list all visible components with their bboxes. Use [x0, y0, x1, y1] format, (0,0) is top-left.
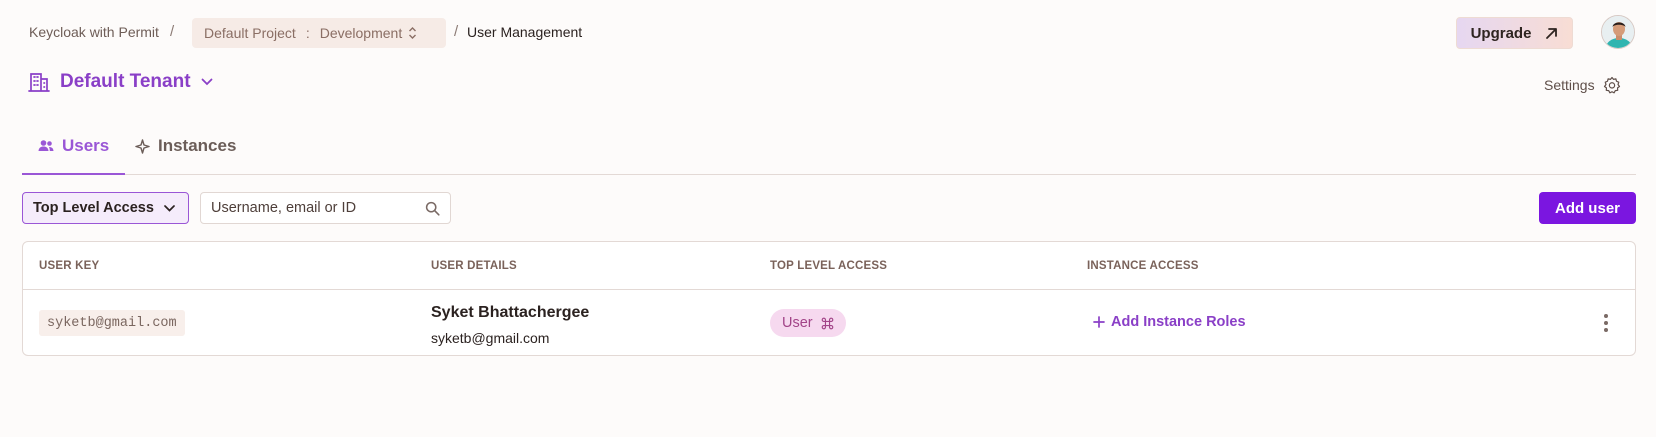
- tenant-name: Default Tenant: [60, 71, 191, 92]
- environment-name: Development: [319, 25, 403, 41]
- upgrade-label: Upgrade: [1470, 24, 1532, 42]
- breadcrumb-separator: /: [454, 23, 459, 40]
- role-label: User: [782, 315, 813, 331]
- tab-bar: Users Instances: [22, 120, 1636, 175]
- filter-label: Top Level Access: [33, 200, 154, 216]
- project-name: Default Project: [204, 25, 296, 41]
- user-avatar[interactable]: [1601, 15, 1635, 49]
- tab-users[interactable]: Users: [38, 136, 109, 156]
- tab-instances[interactable]: Instances: [135, 136, 236, 156]
- user-email: syketb@gmail.com: [431, 330, 550, 346]
- search-input[interactable]: [211, 200, 425, 216]
- chevron-down-icon: [201, 78, 212, 86]
- column-header-instance-access: INSTANCE ACCESS: [1087, 260, 1199, 272]
- row-actions-menu-icon[interactable]: [1598, 312, 1614, 334]
- add-user-button[interactable]: Add user: [1539, 192, 1636, 224]
- active-tab-indicator: [22, 173, 125, 175]
- tab-users-label: Users: [62, 136, 110, 155]
- top-level-access-filter[interactable]: Top Level Access: [22, 192, 189, 224]
- column-header-top-level-access: TOP LEVEL ACCESS: [770, 260, 888, 272]
- user-key-chip[interactable]: syketb@gmail.com: [39, 310, 185, 336]
- column-header-user-key: USER KEY: [39, 260, 100, 272]
- settings-link[interactable]: Settings: [1544, 76, 1621, 94]
- settings-label: Settings: [1544, 77, 1595, 93]
- tab-instances-label: Instances: [158, 136, 237, 155]
- plus-icon: [1093, 316, 1105, 328]
- chevron-updown-icon: [408, 26, 417, 40]
- gear-icon: [1603, 76, 1620, 94]
- table-header: USER KEY USER DETAILS TOP LEVEL ACCESS I…: [23, 242, 1635, 290]
- project-environment-selector[interactable]: Default Project : Development: [192, 18, 446, 48]
- breadcrumb-current-page: User Management: [467, 24, 583, 40]
- add-instance-roles-button[interactable]: Add Instance Roles: [1093, 314, 1246, 330]
- users-table: USER KEY USER DETAILS TOP LEVEL ACCESS I…: [22, 241, 1636, 356]
- command-icon: [821, 317, 833, 329]
- top-bar: Keycloak with Permit / Default Project :…: [0, 0, 1656, 62]
- search-icon[interactable]: [425, 201, 440, 216]
- arrow-up-right-icon: [1546, 27, 1558, 39]
- env-separator: :: [305, 25, 310, 41]
- users-icon: [38, 140, 54, 151]
- breadcrumb-separator: /: [170, 23, 175, 40]
- upgrade-button[interactable]: Upgrade: [1456, 17, 1573, 49]
- user-full-name: Syket Bhattachergee: [431, 304, 590, 321]
- column-header-user-details: USER DETAILS: [431, 260, 517, 272]
- user-search-box: [200, 192, 451, 224]
- tenant-selector[interactable]: Default Tenant: [28, 68, 213, 96]
- chevron-down-icon: [164, 204, 175, 212]
- role-badge[interactable]: User: [770, 309, 846, 337]
- sparkle-icon: [135, 138, 150, 154]
- add-instance-roles-label: Add Instance Roles: [1111, 314, 1246, 330]
- breadcrumb-org[interactable]: Keycloak with Permit: [29, 24, 159, 40]
- building-icon: [28, 73, 50, 92]
